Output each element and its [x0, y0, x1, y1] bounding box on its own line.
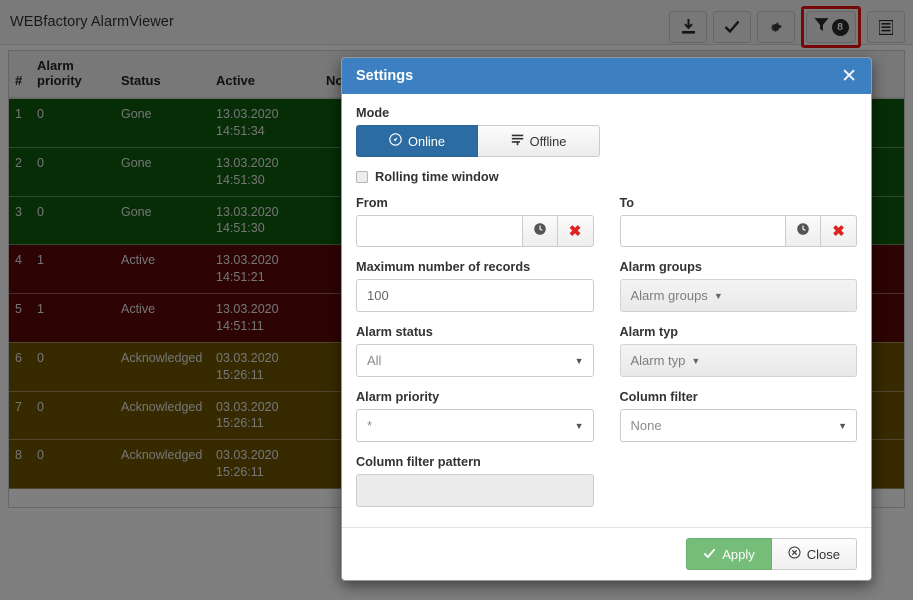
alarm-typ-label: Alarm typ: [619, 325, 679, 339]
apply-button[interactable]: Apply: [686, 538, 772, 570]
online-icon: [389, 133, 402, 149]
clear-icon: ✖: [832, 223, 845, 240]
clear-icon: ✖: [568, 223, 582, 240]
column-filter-pattern-group: Column filter pattern: [356, 455, 594, 520]
status-typ-row: Alarm status All ▼ Alarm typ Alarm typ ▼: [356, 325, 857, 390]
alarm-groups-dropdown[interactable]: Alarm groups ▼: [619, 279, 857, 312]
alarm-groups-value: Alarm groups: [630, 288, 708, 303]
alarm-priority-group: Alarm priority * ▼: [356, 390, 594, 455]
rolling-time-window-row[interactable]: Rolling time window: [356, 169, 857, 184]
alarm-status-label: Alarm status: [356, 325, 433, 339]
from-input[interactable]: [356, 215, 522, 247]
column-filter-group: Column filter None ▼: [619, 390, 857, 455]
to-clock-button[interactable]: [785, 215, 821, 247]
to-group: To ✖: [619, 196, 857, 260]
clock-icon: [533, 222, 547, 241]
alarm-status-group: Alarm status All ▼: [356, 325, 594, 390]
dialog-body: Mode Online Offline Rolling time window …: [342, 94, 871, 527]
chevron-down-icon: ▼: [574, 420, 584, 431]
mode-button-group: Online Offline: [356, 125, 857, 157]
pattern-row: Column filter pattern: [356, 455, 857, 520]
from-clock-button[interactable]: [521, 215, 558, 247]
dialog-title: Settings: [356, 68, 414, 84]
priority-filter-row: Alarm priority * ▼ Column filter None ▼: [356, 390, 857, 455]
alarm-groups-label: Alarm groups: [619, 260, 702, 274]
alarm-status-value: All: [367, 353, 382, 368]
from-to-row: From ✖ To ✖: [356, 196, 857, 260]
alarm-priority-select[interactable]: * ▼: [356, 409, 594, 442]
column-filter-pattern-label: Column filter pattern: [356, 455, 481, 469]
offline-icon: [511, 133, 524, 149]
check-icon: [703, 547, 716, 562]
dialog-header: Settings ✕: [342, 58, 871, 94]
mode-offline-label: Offline: [529, 133, 567, 149]
from-input-group: ✖: [356, 215, 594, 247]
rolling-time-window-label: Rolling time window: [375, 169, 499, 184]
alarm-typ-group: Alarm typ Alarm typ ▼: [619, 325, 857, 390]
max-records-label: Maximum number of records: [356, 260, 531, 274]
mode-online-label: Online: [408, 133, 445, 149]
alarm-status-select[interactable]: All ▼: [356, 344, 594, 377]
chevron-down-icon: ▼: [691, 355, 701, 366]
apply-label: Apply: [722, 546, 755, 562]
alarm-priority-value: *: [367, 418, 373, 433]
dialog-footer: Apply Close: [342, 527, 871, 580]
alarm-priority-label: Alarm priority: [356, 390, 440, 404]
rolling-time-window-checkbox[interactable]: [356, 170, 368, 183]
pattern-spacer: [620, 455, 858, 520]
close-label: Close: [806, 546, 840, 562]
from-label: From: [356, 196, 388, 210]
circle-x-icon: [788, 546, 801, 562]
to-input-group: ✖: [619, 215, 857, 247]
mode-online-button[interactable]: Online: [356, 125, 478, 157]
column-filter-label: Column filter: [619, 390, 698, 404]
column-filter-value: None: [630, 418, 662, 433]
close-button[interactable]: Close: [771, 538, 857, 570]
from-group: From ✖: [356, 196, 594, 260]
max-records-input[interactable]: 100: [356, 279, 594, 312]
mode-label: Mode: [356, 106, 390, 120]
chevron-down-icon: ▼: [713, 290, 723, 301]
mode-offline-button[interactable]: Offline: [478, 125, 600, 157]
close-icon[interactable]: ✕: [841, 66, 857, 86]
settings-dialog: Settings ✕ Mode Online Offline Rolling t…: [341, 57, 872, 581]
clock-icon: [796, 222, 810, 241]
records-groups-row: Maximum number of records 100 Alarm grou…: [356, 260, 857, 325]
column-filter-pattern-input[interactable]: [356, 474, 594, 507]
to-label: To: [619, 196, 635, 210]
chevron-down-icon: ▼: [574, 355, 584, 366]
from-clear-button[interactable]: ✖: [557, 215, 594, 247]
max-records-group: Maximum number of records 100: [356, 260, 594, 325]
alarm-typ-value: Alarm typ: [630, 353, 686, 368]
chevron-down-icon: ▼: [838, 420, 847, 431]
to-input[interactable]: [619, 215, 785, 247]
to-clear-button[interactable]: ✖: [821, 215, 857, 247]
alarm-groups-group: Alarm groups Alarm groups ▼: [619, 260, 857, 325]
column-filter-select[interactable]: None ▼: [619, 409, 857, 442]
alarm-typ-dropdown[interactable]: Alarm typ ▼: [619, 344, 857, 377]
